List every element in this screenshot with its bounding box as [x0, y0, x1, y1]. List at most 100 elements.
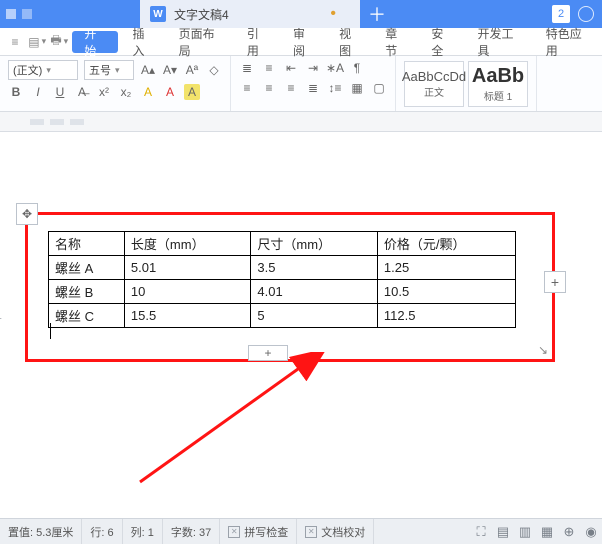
clear-format-icon[interactable]: ◇ — [206, 62, 222, 78]
status-line[interactable]: 行: 6 — [82, 519, 122, 544]
table-add-row-button[interactable]: + — [248, 345, 288, 361]
ruler[interactable] — [0, 112, 602, 132]
table-row[interactable]: 螺丝 B 10 4.01 10.5 — [49, 280, 516, 304]
viewmode-print-icon[interactable]: ▤ — [492, 524, 514, 540]
tab-section[interactable]: 章节 — [373, 28, 419, 55]
align-left-icon[interactable]: ≡ — [239, 80, 255, 96]
showmarks-icon[interactable]: ¶ — [349, 60, 365, 76]
doctype-word-icon: W — [150, 6, 166, 22]
char-shading-icon[interactable]: A — [184, 84, 200, 100]
borders-icon[interactable]: ▢ — [371, 80, 387, 96]
linespacing-icon[interactable]: ↕≡ — [327, 80, 343, 96]
viewmode-web-icon[interactable]: ▦ — [536, 524, 558, 540]
eye-icon[interactable]: ◉ — [580, 524, 602, 540]
viewmode-read-icon[interactable]: ▥ — [514, 524, 536, 540]
font-color-icon[interactable]: A — [162, 84, 178, 100]
font-size-combo[interactable]: 五号 — [84, 60, 134, 80]
status-column[interactable]: 列: 1 — [123, 519, 163, 544]
table-add-column-button[interactable]: + — [544, 271, 566, 293]
bold-icon[interactable]: B — [8, 84, 24, 100]
style-sample: AaBb — [472, 65, 524, 88]
account-icon[interactable] — [578, 6, 594, 22]
underline-icon[interactable]: U — [52, 84, 68, 100]
font-name-combo[interactable]: (正文) — [8, 60, 78, 80]
menu-file-icon[interactable]: ≡ — [4, 35, 26, 49]
table-row[interactable]: 螺丝 A 5.01 3.5 1.25 — [49, 256, 516, 280]
align-center-icon[interactable]: ≡ — [261, 80, 277, 96]
cell[interactable]: 1.25 — [377, 256, 515, 280]
unsaved-dot-icon: • — [330, 5, 336, 23]
status-spellcheck[interactable]: ✕ 拼写检查 — [220, 519, 297, 544]
sub-icon[interactable]: x₂ — [118, 84, 134, 100]
status-charcount[interactable]: 字数: 37 — [163, 519, 220, 544]
tab-pagelayout[interactable]: 页面布局 — [167, 28, 235, 55]
ribbon-font-group: (正文) 五号 A▴ A▾ Aª ◇ B I U A̶ x² x₂ A A A — [0, 56, 231, 111]
cell[interactable]: 15.5 — [124, 304, 250, 328]
sort-icon[interactable]: ∗A — [327, 60, 343, 76]
document-title: 文字文稿4 — [174, 6, 229, 23]
tab-devtools[interactable]: 开发工具 — [465, 28, 533, 55]
document-tab[interactable]: W 文字文稿4 • — [140, 0, 360, 28]
cell[interactable]: 螺丝 C — [49, 304, 125, 328]
align-right-icon[interactable]: ≡ — [283, 80, 299, 96]
font-name-value: (正文) — [13, 62, 42, 78]
document-canvas[interactable]: ⌐ ✥ + + ↘ 名称 长度（mm） 尺寸（mm） 价格（元/颗） 螺丝 A — [0, 132, 602, 512]
app-icon — [22, 9, 32, 19]
checkbox-off-icon: ✕ — [228, 526, 240, 538]
shading-icon[interactable]: ▦ — [349, 80, 365, 96]
tab-reference[interactable]: 引用 — [235, 28, 281, 55]
fullscreen-icon[interactable]: ⛶ — [470, 524, 492, 540]
ribbon-paragraph-group: ≣ ≡ ⇤ ⇥ ∗A ¶ ≡ ≡ ≡ ≣ ↕≡ ▦ ▢ — [231, 56, 396, 111]
shrink-font-icon[interactable]: A▾ — [162, 62, 178, 78]
cell[interactable]: 螺丝 A — [49, 256, 125, 280]
table-row[interactable]: 螺丝 C 15.5 5 112.5 — [49, 304, 516, 328]
style-heading1[interactable]: AaBb 标题 1 — [468, 61, 528, 107]
super-icon[interactable]: x² — [96, 84, 112, 100]
table-move-handle-icon[interactable]: ✥ — [16, 203, 38, 225]
highlight-icon[interactable]: A — [140, 84, 156, 100]
table-header-row: 名称 长度（mm） 尺寸（mm） 价格（元/颗） — [49, 232, 516, 256]
align-justify-icon[interactable]: ≣ — [305, 80, 321, 96]
status-bar: 置值: 5.3厘米 行: 6 列: 1 字数: 37 ✕ 拼写检查 ✕ 文档校对… — [0, 518, 602, 544]
change-case-icon[interactable]: Aª — [184, 62, 200, 78]
col-header[interactable]: 名称 — [49, 232, 125, 256]
indent-dec-icon[interactable]: ⇤ — [283, 60, 299, 76]
col-header[interactable]: 价格（元/颗） — [377, 232, 515, 256]
status-position[interactable]: 置值: 5.3厘米 — [0, 519, 82, 544]
tab-security[interactable]: 安全 — [419, 28, 465, 55]
notification-badge[interactable]: 2 — [552, 5, 570, 23]
ribbon: (正文) 五号 A▴ A▾ Aª ◇ B I U A̶ x² x₂ A A A … — [0, 56, 602, 112]
bullets-icon[interactable]: ≣ — [239, 60, 255, 76]
tab-home[interactable]: 开始 — [72, 31, 118, 53]
col-header[interactable]: 尺寸（mm） — [251, 232, 377, 256]
tab-special[interactable]: 特色应用 — [534, 28, 602, 55]
menu-quickaccess-icon[interactable]: ▤ — [26, 35, 48, 49]
cell[interactable]: 112.5 — [377, 304, 515, 328]
cell[interactable]: 5 — [251, 304, 377, 328]
tab-review[interactable]: 审阅 — [281, 28, 327, 55]
indent-inc-icon[interactable]: ⇥ — [305, 60, 321, 76]
status-proofread[interactable]: ✕ 文档校对 — [297, 519, 374, 544]
numbering-icon[interactable]: ≡ — [261, 60, 277, 76]
style-normal[interactable]: AaBbCcDd 正文 — [404, 61, 464, 107]
cell[interactable]: 10 — [124, 280, 250, 304]
globe-icon[interactable]: ⊕ — [558, 524, 580, 540]
grow-font-icon[interactable]: A▴ — [140, 62, 156, 78]
page: ✥ + + ↘ 名称 长度（mm） 尺寸（mm） 价格（元/颗） 螺丝 A 5.… — [10, 152, 580, 512]
col-header[interactable]: 长度（mm） — [124, 232, 250, 256]
cell[interactable]: 螺丝 B — [49, 280, 125, 304]
data-table[interactable]: 名称 长度（mm） 尺寸（mm） 价格（元/颗） 螺丝 A 5.01 3.5 1… — [48, 231, 516, 328]
status-proof-label: 文档校对 — [321, 524, 365, 540]
cell[interactable]: 5.01 — [124, 256, 250, 280]
tab-view[interactable]: 视图 — [327, 28, 373, 55]
table-resize-handle-icon[interactable]: ↘ — [533, 340, 553, 360]
menu-print-icon[interactable]: 🖶 — [48, 31, 70, 52]
tab-insert[interactable]: 插入 — [120, 28, 166, 55]
style-label: 正文 — [424, 84, 444, 99]
cell[interactable]: 10.5 — [377, 280, 515, 304]
cell[interactable]: 4.01 — [251, 280, 377, 304]
strike-icon[interactable]: A̶ — [74, 84, 90, 100]
margin-marker: ⌐ — [0, 314, 2, 325]
cell[interactable]: 3.5 — [251, 256, 377, 280]
italic-icon[interactable]: I — [30, 84, 46, 100]
